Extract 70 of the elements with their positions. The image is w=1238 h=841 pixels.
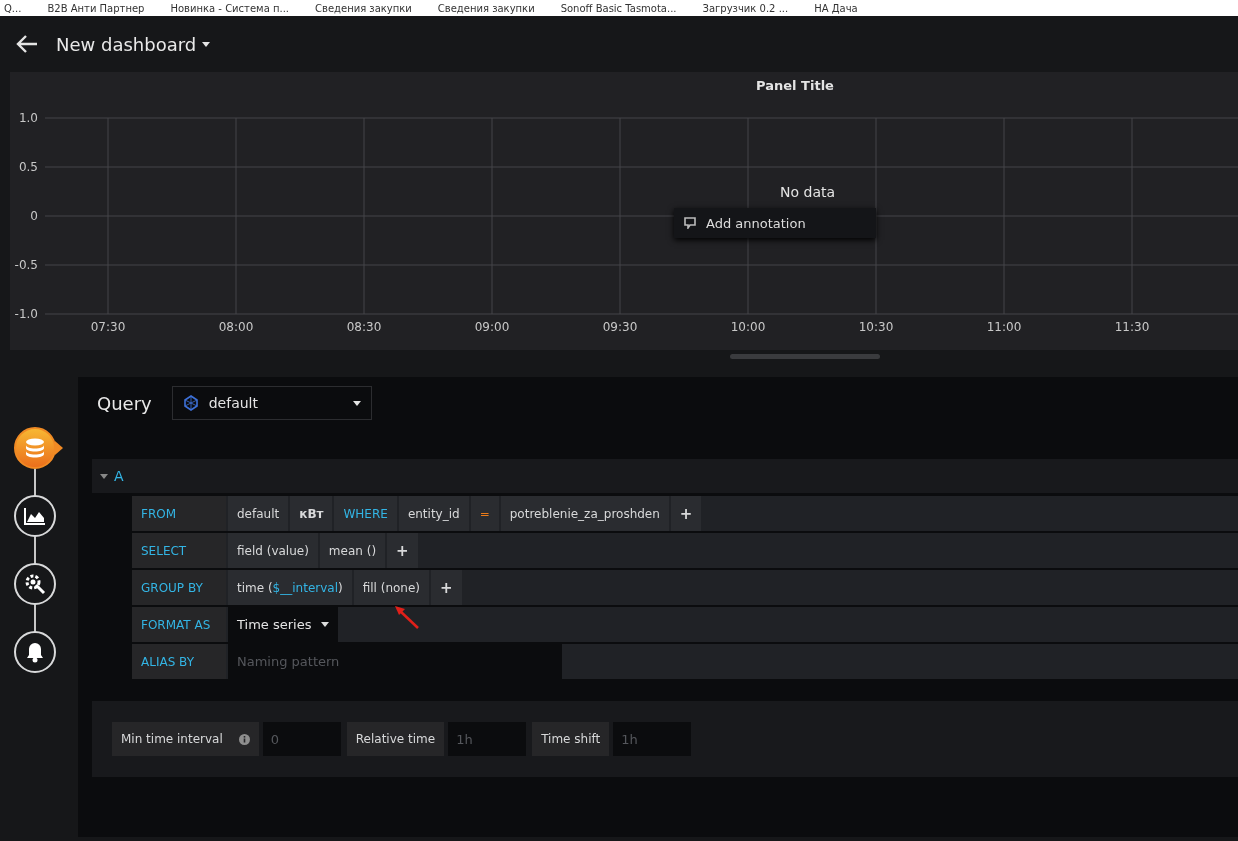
bookmark-link[interactable]: НА Дача [814, 2, 858, 14]
bookmark-link[interactable]: Q... [4, 2, 22, 14]
row-label: ALIAS BY [132, 644, 226, 679]
area-chart-icon [24, 507, 46, 525]
x-tick-label: 11:30 [1114, 320, 1150, 334]
query-segment[interactable]: time ($__interval) [228, 570, 352, 605]
editor-step[interactable] [14, 495, 56, 537]
pointer-icon [55, 441, 63, 455]
panel-title[interactable]: Panel Title [756, 78, 834, 93]
y-tick-label: 0 [30, 209, 38, 223]
x-tick-label: 09:30 [602, 320, 638, 334]
y-tick-label: -0.5 [14, 258, 38, 272]
datasource-select[interactable]: default [171, 386, 372, 420]
query-segment[interactable]: entity_id [398, 496, 469, 531]
x-tick-label: 08:30 [346, 320, 382, 334]
query-header[interactable]: A [92, 459, 1238, 493]
resize-handle[interactable] [730, 354, 880, 359]
dashboard-title[interactable]: New dashboard [56, 33, 211, 55]
query-segment[interactable]: default [228, 496, 289, 531]
no-data-message: No data [780, 184, 836, 200]
x-tick-label: 07:30 [90, 320, 126, 334]
option-label: Time shift [532, 722, 610, 756]
caret-icon [352, 400, 361, 406]
query-segment[interactable]: field (value) [228, 533, 318, 568]
operator-segment[interactable]: = [470, 496, 499, 531]
bookmark-link[interactable]: Загрузчик 0.2 ... [702, 2, 789, 14]
bell-icon [25, 641, 45, 663]
y-tick-label: 1.0 [18, 111, 38, 125]
comment-icon [684, 217, 696, 229]
query-segment[interactable]: potreblenie_za_proshden [500, 496, 669, 531]
editor-step[interactable] [14, 563, 56, 605]
measurement-segment[interactable]: кВт [290, 496, 333, 531]
caret-icon [321, 622, 329, 627]
back-arrow-icon[interactable] [16, 35, 38, 53]
gear-wrench-icon [24, 573, 46, 595]
database-icon [24, 437, 46, 459]
option-label: Min time interval [112, 722, 259, 756]
add-button[interactable]: + [387, 533, 418, 568]
y-tick-label: 0.5 [18, 160, 38, 174]
add-button[interactable]: + [431, 570, 462, 605]
row-label: GROUP BY [132, 570, 226, 605]
option-input[interactable]: 1h [613, 722, 692, 756]
query-segment[interactable]: mean () [319, 533, 386, 568]
bookmark-link[interactable]: Сведения закупки [315, 2, 412, 14]
query-label: Query [97, 392, 152, 414]
editor-step[interactable] [14, 631, 56, 673]
x-tick-label: 10:00 [730, 320, 766, 334]
bookmark-link[interactable]: Новинка - Система п... [170, 2, 290, 14]
row-label: FROM [132, 496, 226, 531]
x-tick-label: 10:30 [858, 320, 894, 334]
x-tick-label: 09:00 [474, 320, 510, 334]
keyword-label: WHERE [334, 496, 397, 531]
bookmark-link[interactable]: Sonoff Basic Tasmota... [560, 2, 677, 14]
y-tick-label: -1.0 [14, 307, 38, 321]
bookmark-link[interactable]: B2B Анти Партнер [47, 2, 145, 14]
option-label: Relative time [346, 722, 445, 756]
datasource-icon [182, 395, 199, 411]
add-button[interactable]: + [670, 496, 702, 531]
x-tick-label: 11:00 [986, 320, 1022, 334]
caret-icon [202, 41, 211, 47]
bookmark-link[interactable]: Сведения закупки [437, 2, 535, 14]
collapse-caret-icon [100, 472, 108, 480]
context-menu-item[interactable]: Add annotation [674, 208, 876, 238]
option-input[interactable]: 0 [262, 722, 341, 756]
x-tick-label: 08:00 [218, 320, 254, 334]
row-label: SELECT [132, 533, 226, 568]
alias-input[interactable]: Naming pattern [228, 644, 562, 679]
row-label: FORMAT AS [132, 607, 226, 642]
format-select[interactable]: Time series [228, 607, 338, 642]
option-input[interactable]: 1h [448, 722, 527, 756]
